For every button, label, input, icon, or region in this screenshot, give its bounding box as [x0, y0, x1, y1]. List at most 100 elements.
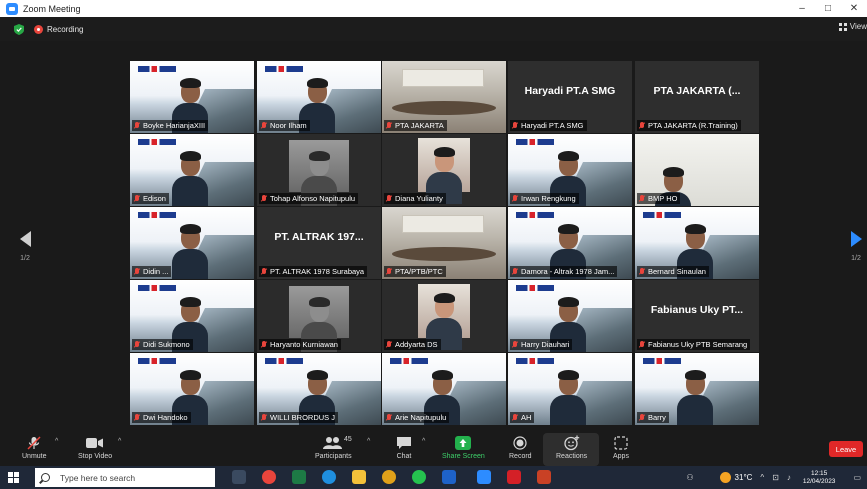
participant-tile[interactable]: BMP HO: [635, 134, 759, 206]
participant-name: Damora - Altrak 1978 Jam...: [521, 267, 615, 276]
edge-icon[interactable]: [322, 470, 336, 484]
participant-tile[interactable]: PTA/PTB/PTC: [382, 207, 506, 279]
participant-tile[interactable]: Barry: [635, 353, 759, 425]
maximize-button[interactable]: □: [815, 0, 841, 17]
mic-muted-icon: [386, 414, 392, 421]
taskbar-search-box[interactable]: Type here to search: [35, 468, 215, 487]
video-options-chevron-icon[interactable]: ^: [118, 438, 121, 445]
close-button[interactable]: ✕: [841, 0, 867, 17]
title-bar: Zoom Meeting – □ ✕: [0, 0, 867, 17]
window-controls: – □ ✕: [789, 0, 867, 17]
powerpoint-icon[interactable]: [537, 470, 551, 484]
participant-tile[interactable]: Damora - Altrak 1978 Jam...: [508, 207, 632, 279]
chat-label: Chat: [396, 453, 412, 460]
participant-tile[interactable]: Tohap Alfonso Napitupulu: [257, 134, 381, 206]
unmute-button[interactable]: Unmute: [22, 435, 47, 460]
participants-options-chevron-icon[interactable]: ^: [367, 438, 370, 445]
participant-name: Haryanto Kurniawan: [270, 340, 338, 349]
participant-name: Irwan Rengkung: [521, 194, 576, 203]
leave-button[interactable]: Leave: [829, 441, 863, 457]
outlook-icon[interactable]: [442, 470, 456, 484]
people-icon[interactable]: ⚇: [686, 473, 693, 482]
participant-name: Harry Diauhari: [521, 340, 570, 349]
tray-chevron-icon[interactable]: ^: [760, 473, 764, 482]
whatsapp-icon[interactable]: [412, 470, 426, 484]
participants-icon: [323, 437, 343, 449]
participant-count: 45: [344, 436, 352, 443]
name-plate: Dwi Handoko: [132, 412, 191, 423]
participant-tile[interactable]: Noor Ilham: [257, 61, 381, 133]
meeting-toolbar: Unmute ^ Stop Video ^ Participants 45 ^ …: [0, 433, 867, 466]
chat-options-chevron-icon[interactable]: ^: [422, 438, 425, 445]
participant-tile[interactable]: Dwi Handoko: [130, 353, 254, 425]
event-logos: [516, 358, 554, 364]
recording-icon[interactable]: [34, 24, 43, 34]
shield-icon[interactable]: [14, 23, 24, 35]
excel-icon[interactable]: [292, 470, 306, 484]
unmute-label: Unmute: [22, 453, 47, 460]
acrobat-icon[interactable]: [507, 470, 521, 484]
opera-icon[interactable]: [262, 470, 276, 484]
window-title: Zoom Meeting: [23, 3, 81, 14]
participant-tile[interactable]: Edison: [130, 134, 254, 206]
view-label: View: [849, 22, 867, 31]
volume-icon[interactable]: ♪: [787, 473, 791, 482]
participant-tile[interactable]: WILLI BRORDUS J: [257, 353, 381, 425]
mic-muted-icon: [261, 341, 267, 348]
previous-page-button[interactable]: 1/2: [18, 231, 32, 271]
participant-tile[interactable]: Harry Diauhari: [508, 280, 632, 352]
participant-tile[interactable]: Haryadi PT.A SMG Haryadi PT.A SMG: [508, 61, 632, 133]
mic-muted-icon: [386, 268, 392, 275]
mic-muted-icon: [512, 341, 518, 348]
participant-tile[interactable]: PT. ALTRAK 197... PT. ALTRAK 1978 Surabay…: [257, 207, 381, 279]
participant-tile[interactable]: Didin ...: [130, 207, 254, 279]
participant-tile[interactable]: PTA JAKARTA (... PTA JAKARTA (R.Training): [635, 61, 759, 133]
participant-tile[interactable]: Bernard Sinaulan: [635, 207, 759, 279]
mic-muted-icon: [639, 195, 645, 202]
participant-name: PT. ALTRAK 1978 Surabaya: [270, 267, 365, 276]
zoom-taskbar-icon[interactable]: [477, 470, 491, 484]
audio-options-chevron-icon[interactable]: ^: [55, 438, 58, 445]
minimize-button[interactable]: –: [789, 0, 815, 17]
next-page-button[interactable]: 1/2: [849, 231, 863, 271]
participant-name: AH: [521, 413, 532, 422]
task-view-icon[interactable]: [232, 470, 246, 484]
record-button[interactable]: Record: [509, 435, 532, 460]
mic-muted-icon: [639, 414, 645, 421]
stop-video-label: Stop Video: [78, 453, 113, 460]
participant-name: Dwi Handoko: [143, 413, 188, 422]
participant-name: Diana Yulianty: [395, 194, 443, 203]
event-logos: [265, 66, 303, 72]
participant-tile[interactable]: Irwan Rengkung: [508, 134, 632, 206]
search-icon: [41, 473, 50, 482]
apps-button[interactable]: Apps: [613, 435, 629, 460]
reactions-button[interactable]: Reactions: [556, 435, 587, 460]
participant-tile[interactable]: Fabianus Uky PT... Fabianus Uky PTB Semar…: [635, 280, 759, 352]
video-gallery: 1/2 1/2 Boyke HarianjaXIII Noor Ilham PTA …: [0, 41, 867, 433]
chrome-icon[interactable]: [382, 470, 396, 484]
participant-name: Haryadi PT.A SMG: [521, 121, 584, 130]
event-logos: [138, 66, 176, 72]
participant-tile[interactable]: Boyke HarianjaXIII: [130, 61, 254, 133]
network-icon[interactable]: ⊡: [772, 473, 779, 482]
weather-icon[interactable]: [719, 472, 731, 483]
participant-tile[interactable]: Diana Yulianty: [382, 134, 506, 206]
participant-tile[interactable]: PTA JAKARTA: [382, 61, 506, 133]
participant-tile[interactable]: Addyarta DS: [382, 280, 506, 352]
chat-button[interactable]: Chat: [396, 435, 412, 460]
notifications-icon[interactable]: ▭: [853, 473, 861, 482]
participant-tile[interactable]: AH: [508, 353, 632, 425]
event-logos: [390, 358, 428, 364]
file-explorer-icon[interactable]: [352, 470, 366, 484]
view-button[interactable]: View: [838, 22, 867, 31]
participant-tile[interactable]: Haryanto Kurniawan: [257, 280, 381, 352]
windows-start-icon[interactable]: [8, 472, 19, 483]
participant-video: [172, 148, 208, 206]
name-plate: PTA/PTB/PTC: [384, 266, 446, 277]
mic-muted-icon: [386, 122, 392, 129]
stop-video-button[interactable]: Stop Video: [78, 435, 112, 460]
share-screen-button[interactable]: Share Screen: [442, 435, 485, 460]
taskbar-clock[interactable]: 12:15 12/04/2023: [803, 470, 836, 486]
participant-tile[interactable]: Didi Sukmono: [130, 280, 254, 352]
participant-tile[interactable]: Arie Napitupulu: [382, 353, 506, 425]
